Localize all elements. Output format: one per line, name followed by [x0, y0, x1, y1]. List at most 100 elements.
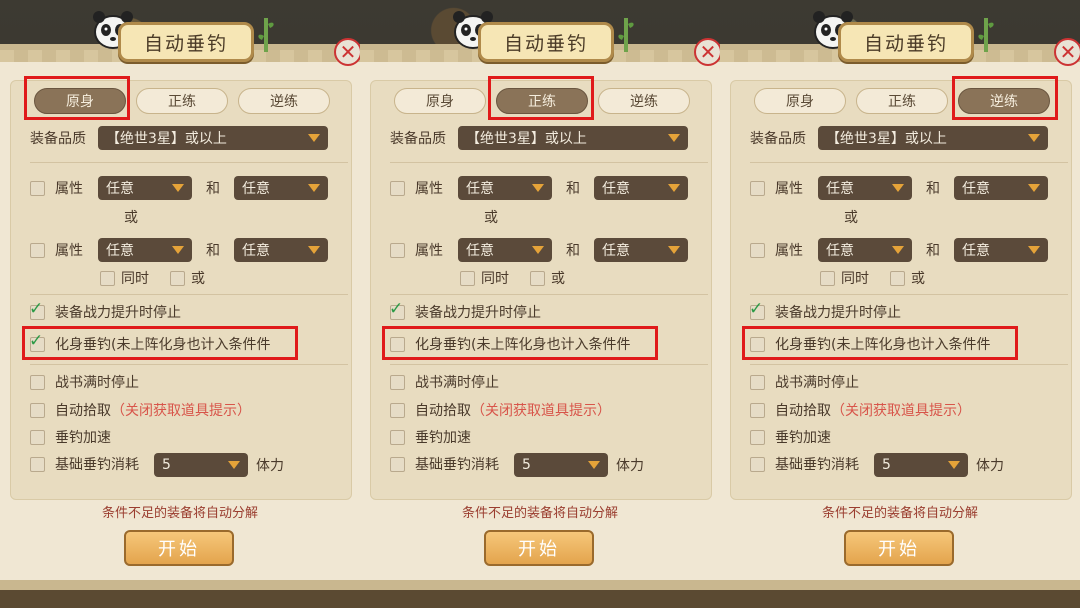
war-book-checkbox[interactable] [30, 374, 45, 390]
speed-checkbox[interactable] [750, 429, 765, 445]
base-cost-dropdown[interactable]: 5 [154, 453, 248, 477]
war-book-row[interactable]: 战书满时停止 [750, 370, 859, 394]
base-cost-checkbox[interactable] [30, 456, 45, 472]
quality-dropdown[interactable]: 【绝世3星】或以上 [98, 126, 328, 150]
tab-reverse[interactable]: 逆练 [598, 88, 690, 114]
or-option-label: 或 [911, 271, 925, 287]
attribute-1-left-dropdown[interactable]: 任意 [98, 176, 192, 200]
attribute-1-right-dropdown[interactable]: 任意 [954, 176, 1048, 200]
bamboo-icon [258, 18, 274, 52]
close-icon[interactable]: ✕ [1054, 38, 1080, 66]
attribute-2-checkbox[interactable] [30, 242, 45, 258]
power-stop-row[interactable]: 装备战力提升时停止 [389, 299, 541, 324]
chevron-down-icon [892, 246, 904, 254]
dropdown-value: 任意 [602, 243, 630, 259]
and-text: 和 [926, 181, 940, 197]
close-icon[interactable]: ✕ [334, 38, 362, 66]
dropdown-value: 任意 [602, 181, 630, 197]
attribute-1-checkbox[interactable] [390, 180, 405, 196]
attribute-2-left-dropdown[interactable]: 任意 [98, 238, 192, 262]
attribute-2-checkbox[interactable] [750, 242, 765, 258]
power-stop-label: 装备战力提升时停止 [415, 305, 541, 321]
attribute-1-checkbox[interactable] [30, 180, 45, 196]
speed-checkbox[interactable] [390, 429, 405, 445]
base-cost-value: 5 [522, 457, 531, 473]
chevron-down-icon [228, 461, 240, 469]
attribute-2-left-dropdown[interactable]: 任意 [458, 238, 552, 262]
attribute-2-left-dropdown[interactable]: 任意 [818, 238, 912, 262]
tab-forward[interactable]: 正练 [136, 88, 228, 114]
auto-pick-checkbox[interactable] [750, 402, 765, 418]
attribute-2-right-dropdown[interactable]: 任意 [594, 238, 688, 262]
speed-row[interactable]: 垂钓加速 [750, 425, 831, 449]
war-book-checkbox[interactable] [390, 374, 405, 390]
start-button[interactable]: 开始 [844, 530, 954, 566]
power-stop-label: 装备战力提升时停止 [55, 305, 181, 321]
war-book-row[interactable]: 战书满时停止 [390, 370, 499, 394]
base-cost-dropdown[interactable]: 5 [514, 453, 608, 477]
tab-forward[interactable]: 正练 [856, 88, 948, 114]
and-text: 和 [566, 181, 580, 197]
speed-label: 垂钓加速 [55, 430, 111, 446]
attribute-1-right-dropdown[interactable]: 任意 [234, 176, 328, 200]
attribute-2-right-dropdown[interactable]: 任意 [954, 238, 1048, 262]
or-checkbox[interactable] [890, 270, 905, 286]
war-book-checkbox[interactable] [750, 374, 765, 390]
base-cost-row: 基础垂钓消耗 [30, 452, 139, 476]
same-time-checkbox[interactable] [820, 270, 835, 286]
attribute-2-checkbox[interactable] [390, 242, 405, 258]
power-stop-checkbox[interactable] [749, 299, 765, 320]
close-icon[interactable]: ✕ [694, 38, 722, 66]
or-text: 或 [484, 210, 498, 226]
base-cost-label: 基础垂钓消耗 [55, 457, 139, 473]
power-stop-row[interactable]: 装备战力提升时停止 [749, 299, 901, 324]
attribute-1-left-dropdown[interactable]: 任意 [818, 176, 912, 200]
quality-value: 【绝世3星】或以上 [466, 131, 587, 147]
power-stop-row[interactable]: 装备战力提升时停止 [29, 299, 181, 324]
tab-reverse[interactable]: 逆练 [238, 88, 330, 114]
auto-pick-checkbox[interactable] [390, 402, 405, 418]
or-checkbox[interactable] [170, 270, 185, 286]
quality-dropdown[interactable]: 【绝世3星】或以上 [818, 126, 1048, 150]
base-cost-checkbox[interactable] [390, 456, 405, 472]
auto-pick-checkbox[interactable] [30, 402, 45, 418]
attribute-1-left-dropdown[interactable]: 任意 [458, 176, 552, 200]
or-checkbox[interactable] [530, 270, 545, 286]
attribute-1-right-dropdown[interactable]: 任意 [594, 176, 688, 200]
attribute-1-checkbox[interactable] [750, 180, 765, 196]
auto-pick-row[interactable]: 自动拾取 （关闭获取道具提示） [750, 398, 971, 422]
or-option[interactable]: 或 [530, 269, 565, 287]
attribute-2-label: 属性 [55, 243, 83, 259]
same-time-option[interactable]: 同时 [460, 269, 509, 287]
divider [390, 364, 708, 365]
or-option[interactable]: 或 [170, 269, 205, 287]
speed-row[interactable]: 垂钓加速 [390, 425, 471, 449]
bamboo-icon [978, 18, 994, 52]
same-time-option[interactable]: 同时 [820, 269, 869, 287]
or-option[interactable]: 或 [890, 269, 925, 287]
war-book-row[interactable]: 战书满时停止 [30, 370, 139, 394]
quality-dropdown[interactable]: 【绝世3星】或以上 [458, 126, 688, 150]
attribute-2-right-dropdown[interactable]: 任意 [234, 238, 328, 262]
auto-pick-row[interactable]: 自动拾取 （关闭获取道具提示） [30, 398, 251, 422]
base-cost-dropdown[interactable]: 5 [874, 453, 968, 477]
auto-pick-row[interactable]: 自动拾取 （关闭获取道具提示） [390, 398, 611, 422]
tab-original[interactable]: 原身 [394, 88, 486, 114]
same-time-checkbox[interactable] [460, 270, 475, 286]
base-cost-label: 基础垂钓消耗 [775, 457, 859, 473]
and-text: 和 [206, 181, 220, 197]
chevron-down-icon [1028, 184, 1040, 192]
start-button[interactable]: 开始 [124, 530, 234, 566]
base-cost-checkbox[interactable] [750, 456, 765, 472]
same-time-checkbox[interactable] [100, 270, 115, 286]
speed-checkbox[interactable] [30, 429, 45, 445]
start-button[interactable]: 开始 [484, 530, 594, 566]
tab-original[interactable]: 原身 [754, 88, 846, 114]
speed-row[interactable]: 垂钓加速 [30, 425, 111, 449]
chevron-down-icon [588, 461, 600, 469]
same-time-option[interactable]: 同时 [100, 269, 149, 287]
power-stop-checkbox[interactable] [389, 299, 405, 320]
base-cost-label: 基础垂钓消耗 [415, 457, 499, 473]
power-stop-checkbox[interactable] [29, 299, 45, 320]
dropdown-value: 任意 [826, 181, 854, 197]
